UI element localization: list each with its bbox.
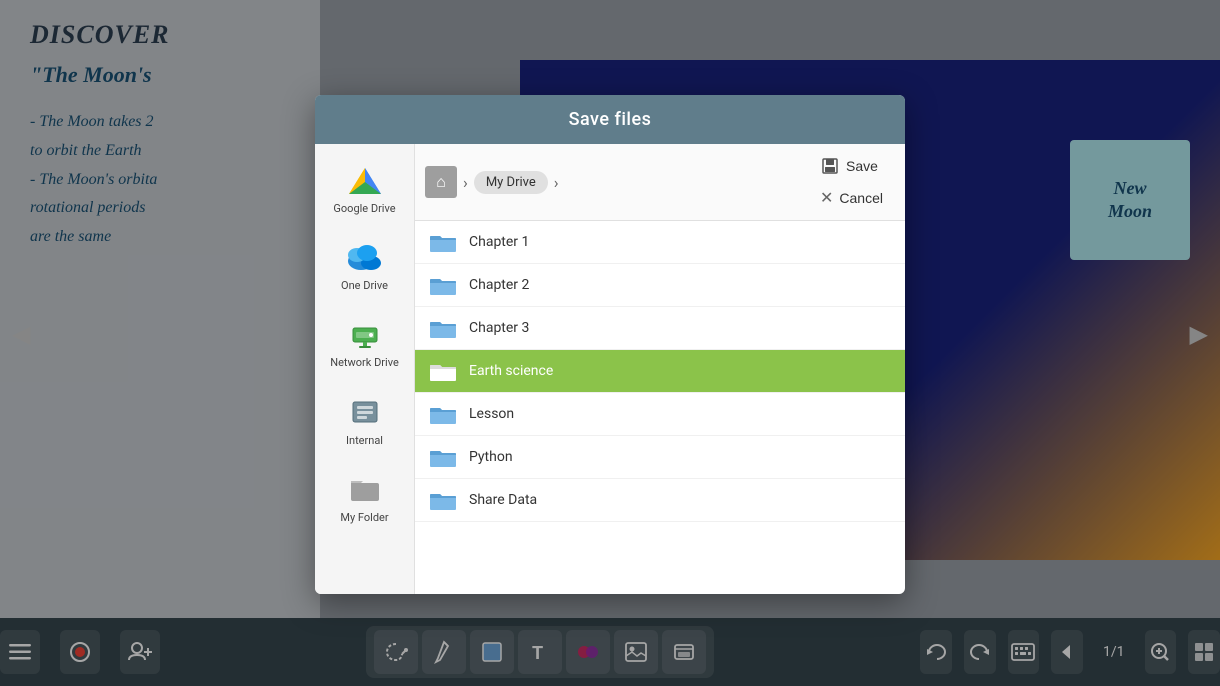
one-drive-label: One Drive bbox=[341, 279, 388, 292]
file-row-3[interactable]: Earth science bbox=[415, 350, 905, 393]
save-label: Save bbox=[846, 158, 878, 174]
internal-item[interactable]: Internal bbox=[320, 386, 410, 455]
folder-icon-3 bbox=[429, 360, 457, 382]
google-drive-item[interactable]: Google Drive bbox=[320, 154, 410, 223]
drive-sidebar: Google Drive One Drive bbox=[315, 144, 415, 594]
file-name-1: Chapter 2 bbox=[469, 277, 529, 293]
file-name-5: Python bbox=[469, 449, 513, 465]
google-drive-icon bbox=[347, 162, 383, 198]
save-button[interactable]: Save bbox=[812, 152, 891, 180]
cancel-button[interactable]: ✕ Cancel bbox=[812, 184, 891, 212]
one-drive-icon bbox=[347, 239, 383, 275]
folder-icon-1 bbox=[429, 274, 457, 296]
file-name-4: Lesson bbox=[469, 406, 514, 422]
file-row-2[interactable]: Chapter 3 bbox=[415, 307, 905, 350]
folder-icon-0 bbox=[429, 231, 457, 253]
dialog-body: Google Drive One Drive bbox=[315, 144, 905, 594]
google-drive-label: Google Drive bbox=[333, 202, 395, 215]
network-drive-icon bbox=[347, 316, 383, 352]
folder-icon-2 bbox=[429, 317, 457, 339]
dialog-header: Save files bbox=[315, 95, 905, 144]
breadcrumb-my-drive[interactable]: My Drive bbox=[474, 171, 548, 194]
action-buttons: Save ✕ Cancel bbox=[812, 152, 895, 212]
file-list: Chapter 1 Chapter 2 Chapter 3 Earth scie… bbox=[415, 221, 905, 594]
home-button[interactable]: ⌂ bbox=[425, 166, 457, 198]
breadcrumb-nav: ⌂ › My Drive › Save ✕ Canc bbox=[415, 144, 905, 221]
file-name-3: Earth science bbox=[469, 363, 553, 379]
file-row-1[interactable]: Chapter 2 bbox=[415, 264, 905, 307]
network-drive-label: Network Drive bbox=[330, 356, 399, 369]
folder-icon-4 bbox=[429, 403, 457, 425]
cancel-label: Cancel bbox=[839, 190, 883, 206]
internal-icon bbox=[347, 394, 383, 430]
breadcrumb-chevron-1: › bbox=[463, 173, 468, 192]
network-drive-item[interactable]: Network Drive bbox=[320, 308, 410, 377]
my-folder-label: My Folder bbox=[340, 511, 388, 524]
breadcrumb-chevron-2: › bbox=[554, 173, 559, 192]
file-name-0: Chapter 1 bbox=[469, 234, 529, 250]
file-name-6: Share Data bbox=[469, 492, 537, 508]
one-drive-item[interactable]: One Drive bbox=[320, 231, 410, 300]
my-folder-icon bbox=[347, 471, 383, 507]
folder-icon-5 bbox=[429, 446, 457, 468]
file-row-6[interactable]: Share Data bbox=[415, 479, 905, 522]
dialog-title: Save files bbox=[569, 109, 652, 130]
file-area: ⌂ › My Drive › Save ✕ Canc bbox=[415, 144, 905, 594]
file-row-4[interactable]: Lesson bbox=[415, 393, 905, 436]
cancel-icon: ✕ bbox=[820, 188, 833, 208]
save-icon bbox=[820, 156, 840, 176]
internal-label: Internal bbox=[346, 434, 383, 447]
file-row-5[interactable]: Python bbox=[415, 436, 905, 479]
save-files-dialog: Save files bbox=[315, 95, 905, 594]
my-folder-item[interactable]: My Folder bbox=[320, 463, 410, 532]
folder-icon-6 bbox=[429, 489, 457, 511]
file-row-0[interactable]: Chapter 1 bbox=[415, 221, 905, 264]
file-name-2: Chapter 3 bbox=[469, 320, 529, 336]
